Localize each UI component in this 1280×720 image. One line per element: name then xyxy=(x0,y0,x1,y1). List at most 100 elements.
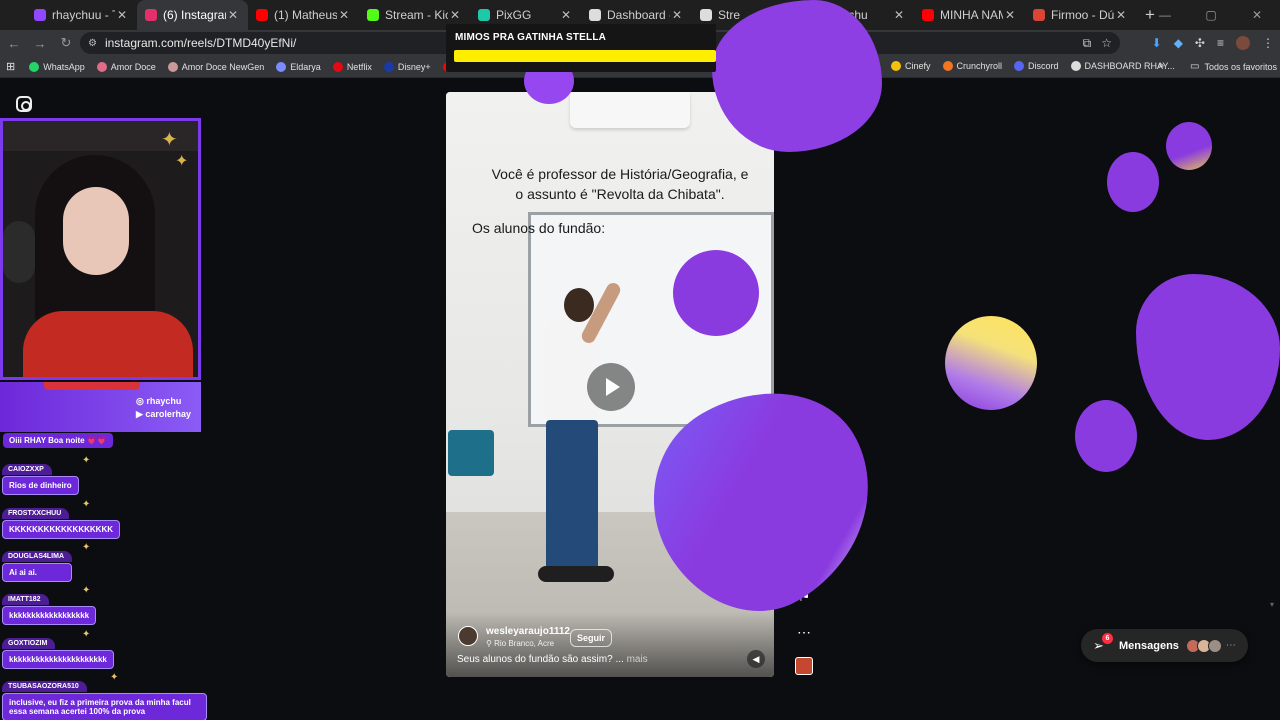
more-link[interactable]: mais xyxy=(627,654,648,665)
forward-icon[interactable]: → xyxy=(28,36,52,51)
close-window-icon[interactable]: ✕ xyxy=(1234,0,1280,30)
url-text: instagram.com/reels/DTMD40yEfNi/ xyxy=(104,36,297,50)
bookmark-label: Amor Doce xyxy=(110,61,156,72)
overlay-blob xyxy=(712,0,882,152)
close-tab-icon[interactable]: ✕ xyxy=(670,8,684,22)
close-tab-icon[interactable]: ✕ xyxy=(1003,8,1017,22)
more-options-icon[interactable]: ⋯ xyxy=(792,624,816,648)
tab-favicon-icon xyxy=(922,9,934,21)
chat-message: IMATT182 ✦ kkkkkkkkkkkkkkkkkk xyxy=(2,585,97,625)
caption-line-1: Você é professor de História/Geografia, … xyxy=(491,166,749,182)
messages-button[interactable]: ➢ 6 Mensagens ⋯ xyxy=(1081,629,1248,662)
maximize-icon[interactable]: ▢ xyxy=(1188,0,1234,30)
bookmark-item[interactable]: WhatsApp xyxy=(29,61,85,72)
bookmark-label: Cinefy xyxy=(905,61,931,71)
audio-thumbnail[interactable] xyxy=(795,657,813,675)
tab-favicon-icon xyxy=(700,9,712,21)
scene-air-conditioner xyxy=(570,92,690,128)
tab-favicon-icon xyxy=(145,9,157,21)
donation-goal: MIMOS PRA GATINHA STELLA xyxy=(446,24,716,72)
tab-title: Dashboard - Live xyxy=(607,8,670,22)
browser-tab[interactable]: MINHA NAMORA✕ xyxy=(914,0,1025,30)
browser-tab[interactable]: rhaychuu - Twitch✕ xyxy=(26,0,137,30)
instagram-handle-text: rhaychu xyxy=(146,396,182,406)
chat-message: DOUGLAS4LIMA ✦ Ai ai ai. xyxy=(2,542,90,582)
sparkle-icon: ✦ xyxy=(82,455,91,466)
play-button[interactable] xyxy=(587,363,635,411)
browser-tab[interactable]: (6) Instagram✕ xyxy=(137,0,248,30)
more-bookmarks-icon[interactable]: » xyxy=(1158,60,1164,72)
close-tab-icon[interactable]: ✕ xyxy=(559,8,573,22)
bookmark-favicon-icon xyxy=(1070,61,1081,71)
scene-person-legs xyxy=(546,420,598,570)
bookmark-item[interactable]: Cinefy xyxy=(891,61,931,71)
download-icon[interactable]: ⬇ xyxy=(1152,36,1162,50)
extensions-icon[interactable]: ✣ xyxy=(1195,36,1205,50)
minimize-icon[interactable]: — xyxy=(1142,0,1188,30)
bookmark-label: Disney+ xyxy=(397,61,431,72)
bookmark-item[interactable]: Netflix xyxy=(332,61,372,72)
bookmark-item[interactable]: Disney+ xyxy=(383,61,431,72)
messages-label: Mensagens xyxy=(1119,639,1179,652)
tab-favicon-icon xyxy=(478,9,490,21)
install-app-icon[interactable]: ⧉ xyxy=(1083,36,1092,51)
close-tab-icon[interactable]: ✕ xyxy=(226,8,240,22)
tab-title: MINHA NAMORA xyxy=(940,8,1003,22)
messages-more-icon: ⋯ xyxy=(1225,640,1236,651)
author-username[interactable]: wesleyaraujo1112 xyxy=(486,626,570,637)
overlay-blob xyxy=(1166,122,1212,170)
scroll-down-icon[interactable]: ▾ xyxy=(1270,600,1274,609)
bookmark-favicon-icon xyxy=(167,61,178,72)
tab-favicon-icon xyxy=(256,9,268,21)
goal-title: MIMOS PRA GATINHA STELLA xyxy=(455,32,607,43)
browser-tab[interactable]: (1) Matheus meu✕ xyxy=(248,0,359,30)
scene-chair xyxy=(448,430,494,476)
profile-avatar[interactable] xyxy=(1236,36,1250,50)
instagram-logo-icon[interactable] xyxy=(16,96,32,112)
bookmark-favicon-icon xyxy=(942,61,953,71)
tab-favicon-icon xyxy=(1033,9,1045,21)
overlay-blob xyxy=(673,250,759,336)
chat-username: GOXTIOZIM xyxy=(2,638,56,649)
bookmark-star-icon[interactable]: ☆ xyxy=(1101,36,1112,50)
bookmarks-left: WhatsApp Amor Doce Amor Doce NewGen Eldarya… xyxy=(29,61,479,72)
mute-icon[interactable]: ◀ xyxy=(747,650,765,668)
messages-badge: 6 xyxy=(1102,632,1113,644)
author-avatar[interactable] xyxy=(458,626,478,646)
follow-button[interactable]: Seguir xyxy=(570,629,613,647)
tab-favicon-icon xyxy=(589,9,601,21)
close-tab-icon[interactable]: ✕ xyxy=(1114,8,1128,22)
bookmark-item[interactable]: Eldarya xyxy=(276,61,321,72)
chat-text: kkkkkkkkkkkkkkkkkk xyxy=(2,606,97,625)
bookmark-item[interactable]: Discord xyxy=(1014,61,1059,71)
all-bookmarks[interactable]: ▭ Todos os favoritos xyxy=(1190,61,1277,72)
close-tab-icon[interactable]: ✕ xyxy=(892,8,906,22)
bookmark-favicon-icon xyxy=(332,61,343,72)
tab-title: PixGG xyxy=(496,8,532,22)
chat-message: CAIOZXXP ✦ Rios de dinheiro xyxy=(2,455,90,495)
bookmark-item[interactable]: Amor Doce NewGen xyxy=(167,61,265,72)
author-location[interactable]: ⚲ Rio Branco, Acre xyxy=(486,639,554,648)
back-icon[interactable]: ← xyxy=(2,36,26,51)
reload-icon[interactable]: ↻ xyxy=(54,35,78,51)
bookmark-item[interactable]: Amor Doce xyxy=(96,61,156,72)
bookmark-label: Discord xyxy=(1028,61,1059,71)
description-text: Seus alunos do fundão são assim? ... xyxy=(457,654,624,665)
bookmark-label: Amor Doce NewGen xyxy=(181,61,265,72)
apps-icon[interactable]: ⊞ xyxy=(6,60,15,73)
menu-icon[interactable]: ⋮ xyxy=(1262,36,1274,50)
chat-text: Ai ai ai. xyxy=(2,563,72,582)
location-text: Rio Branco, Acre xyxy=(494,639,555,648)
media-controls-icon[interactable]: ≡ xyxy=(1217,36,1224,50)
browser-tab[interactable]: Firmoo - Dúvida✕ xyxy=(1025,0,1136,30)
chat-message: TSUBASAOZORA510 ✦ inclusive, eu fiz a prim… xyxy=(2,672,207,720)
bookmark-favicon-icon xyxy=(1014,61,1025,71)
site-info-icon[interactable]: ⚙ xyxy=(88,38,97,49)
close-tab-icon[interactable]: ✕ xyxy=(115,8,129,22)
webcam-overlay: ✦ ✦ xyxy=(0,118,201,380)
extension-gem-icon[interactable]: ◆ xyxy=(1174,36,1183,50)
bookmark-label: Eldarya xyxy=(290,61,321,72)
bookmark-item[interactable]: Crunchyroll xyxy=(942,61,1002,71)
close-tab-icon[interactable]: ✕ xyxy=(337,8,351,22)
close-tab-icon[interactable]: ✕ xyxy=(448,8,462,22)
